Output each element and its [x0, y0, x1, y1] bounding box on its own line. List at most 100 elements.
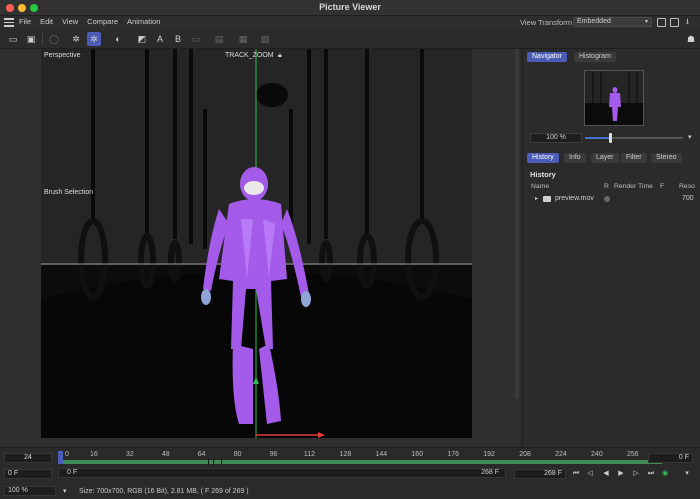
ruler-tick-label: 192	[483, 451, 495, 458]
chevron-down-icon: ▾	[644, 19, 648, 25]
ruler-tick-label: 48	[161, 451, 170, 458]
tab-histogram[interactable]: Histogram	[574, 52, 616, 62]
text-a-button[interactable]: A	[153, 32, 167, 46]
thumbnail-image	[585, 71, 643, 125]
menu-file[interactable]: File	[19, 17, 31, 26]
photo-icon[interactable]: ▨	[258, 32, 272, 46]
chevron-down-icon[interactable]: ▾	[682, 469, 692, 479]
toolbar: ▭ ▣ ◯ ✲ ✲ ◐ ◩ A B ▭ ▤ ▦ ▨ ☗	[0, 29, 700, 49]
fps-field[interactable]: 24	[4, 453, 52, 463]
column-r[interactable]: R	[604, 183, 609, 190]
chevron-right-icon[interactable]: ▸	[535, 195, 538, 202]
chevron-down-icon[interactable]: ▾	[688, 133, 692, 141]
navigator-thumbnail[interactable]	[584, 70, 644, 126]
zoom-slider-handle[interactable]	[608, 133, 612, 143]
keyframe-marker	[208, 459, 209, 465]
column-render-time[interactable]: Render Time	[614, 183, 653, 190]
split-compare-icon[interactable]: ◩	[135, 32, 149, 46]
menu-bar: File Edit View Compare Animation View Tr…	[0, 16, 700, 29]
history-item-resolution: 700	[682, 195, 694, 202]
table-row[interactable]: ▸ preview.mov 700	[523, 194, 700, 204]
status-text: Size: 700x700, RGB (16 Bit), 2.81 MB, ( …	[79, 488, 249, 495]
hamburger-menu-icon[interactable]	[4, 18, 14, 27]
render-image	[41, 49, 472, 438]
download-icon[interactable]: ⭳	[683, 18, 692, 27]
view-transform-label: View Transform	[520, 18, 572, 27]
scrub-end-label: 268 F	[481, 469, 499, 476]
column-f[interactable]: F	[660, 183, 664, 190]
layer-icon[interactable]: ▤	[212, 32, 226, 46]
ruler-tick-label: 176	[447, 451, 460, 458]
timeline: 24 0 16 32 48 64 80 96 112 128 144 160 176 192 208 224…	[0, 447, 700, 499]
text-b-button[interactable]: B	[171, 32, 185, 46]
tab-navigator[interactable]: Navigator	[527, 52, 567, 62]
open-folder-icon[interactable]: ▭	[6, 32, 20, 46]
ruler-tick-label: 160	[411, 451, 424, 458]
swap-icon[interactable]: ▭	[189, 32, 203, 46]
region-settings-icon[interactable]: ✲	[87, 32, 101, 46]
folder-icon	[543, 196, 551, 202]
zoom-field[interactable]: 100 %	[4, 486, 56, 496]
step-forward-icon[interactable]: ▷	[631, 469, 641, 479]
step-back-icon[interactable]: ◁	[585, 469, 595, 479]
ruler-tick-label: 256	[626, 451, 639, 458]
ruler-tick-label: 80	[233, 451, 242, 458]
zoom-slider-fill	[585, 137, 610, 139]
overlay-icon[interactable]: ▦	[236, 32, 250, 46]
frame-range-bar[interactable]: 0 F 268 F	[58, 468, 506, 478]
layout-icon[interactable]	[657, 18, 666, 27]
navigator-zoom-slider[interactable]	[585, 137, 683, 139]
ruler-tick-label: 240	[591, 451, 603, 458]
title-bar: Picture Viewer	[0, 0, 700, 16]
go-to-start-icon[interactable]: ⏮	[571, 469, 581, 479]
playhead[interactable]	[58, 451, 63, 464]
camera-label: Perspective	[44, 52, 81, 59]
menu-animation[interactable]: Animation	[127, 17, 160, 26]
start-frame-label: 0 F	[67, 469, 78, 476]
menu-edit[interactable]: Edit	[40, 17, 53, 26]
toolbar-divider	[42, 33, 43, 45]
ruler-tick-label: 32	[125, 451, 134, 458]
play-icon[interactable]: ▶	[616, 469, 626, 479]
ruler-tick-label: 0	[65, 451, 69, 458]
lock-icon[interactable]: 🔒︎	[278, 52, 282, 60]
ruler-tick-label: 144	[375, 451, 388, 458]
keyframe-marker	[221, 459, 222, 465]
keyframe-marker	[213, 459, 214, 465]
robot-icon[interactable]: ☗	[684, 32, 698, 46]
viewport-area: Perspective TRACK_ZOOM 🔒︎ Brush Selectio…	[0, 49, 520, 447]
save-icon[interactable]: ▣	[24, 32, 38, 46]
viewport-scrollbar[interactable]	[515, 49, 519, 399]
navigator-zoom-field[interactable]: 100 %	[530, 133, 582, 143]
brush-selection-label: Brush Selection	[44, 189, 94, 196]
right-frame-field[interactable]: 0 F	[648, 453, 693, 463]
menu-view[interactable]: View	[62, 17, 78, 26]
chevron-down-icon[interactable]: ▾	[63, 487, 67, 495]
go-to-end-icon[interactable]: ⏭	[646, 469, 656, 479]
gear-icon[interactable]: ✲	[69, 32, 83, 46]
stop-icon[interactable]: ◯	[47, 32, 61, 46]
play-reverse-icon[interactable]: ◀	[601, 469, 611, 479]
timeline-track[interactable]	[58, 460, 662, 464]
ruler-tick-label: 112	[303, 451, 316, 458]
render-viewport[interactable]: Perspective TRACK_ZOOM 🔒︎ Brush Selectio…	[41, 49, 472, 438]
side-panel: Navigator Histogram 100 % ▾ History Info…	[522, 49, 700, 447]
loop-icon[interactable]: ◉	[660, 469, 670, 479]
ruler-tick-label: 64	[197, 451, 206, 458]
history-table-header: Name R Render Time F Reso	[523, 182, 700, 192]
menu-compare[interactable]: Compare	[87, 17, 118, 26]
view-transform-select[interactable]: Embedded ▾	[573, 17, 652, 27]
window-title: Picture Viewer	[319, 2, 381, 12]
tab-filter[interactable]: Filter	[621, 153, 647, 163]
ruler-tick-label: 208	[519, 451, 531, 458]
column-resolution[interactable]: Reso	[679, 183, 695, 190]
column-name[interactable]: Name	[531, 183, 549, 190]
tab-info[interactable]: Info	[564, 153, 586, 163]
tab-history[interactable]: History	[527, 153, 559, 163]
external-window-icon[interactable]	[670, 18, 679, 27]
tab-stereo[interactable]: Stereo	[651, 153, 682, 163]
tab-layer[interactable]: Layer	[591, 153, 619, 163]
current-frame-field[interactable]: 0 F	[4, 469, 52, 479]
end-frame-field[interactable]: 268 F	[514, 469, 566, 479]
contrast-icon[interactable]: ◐	[111, 32, 125, 46]
